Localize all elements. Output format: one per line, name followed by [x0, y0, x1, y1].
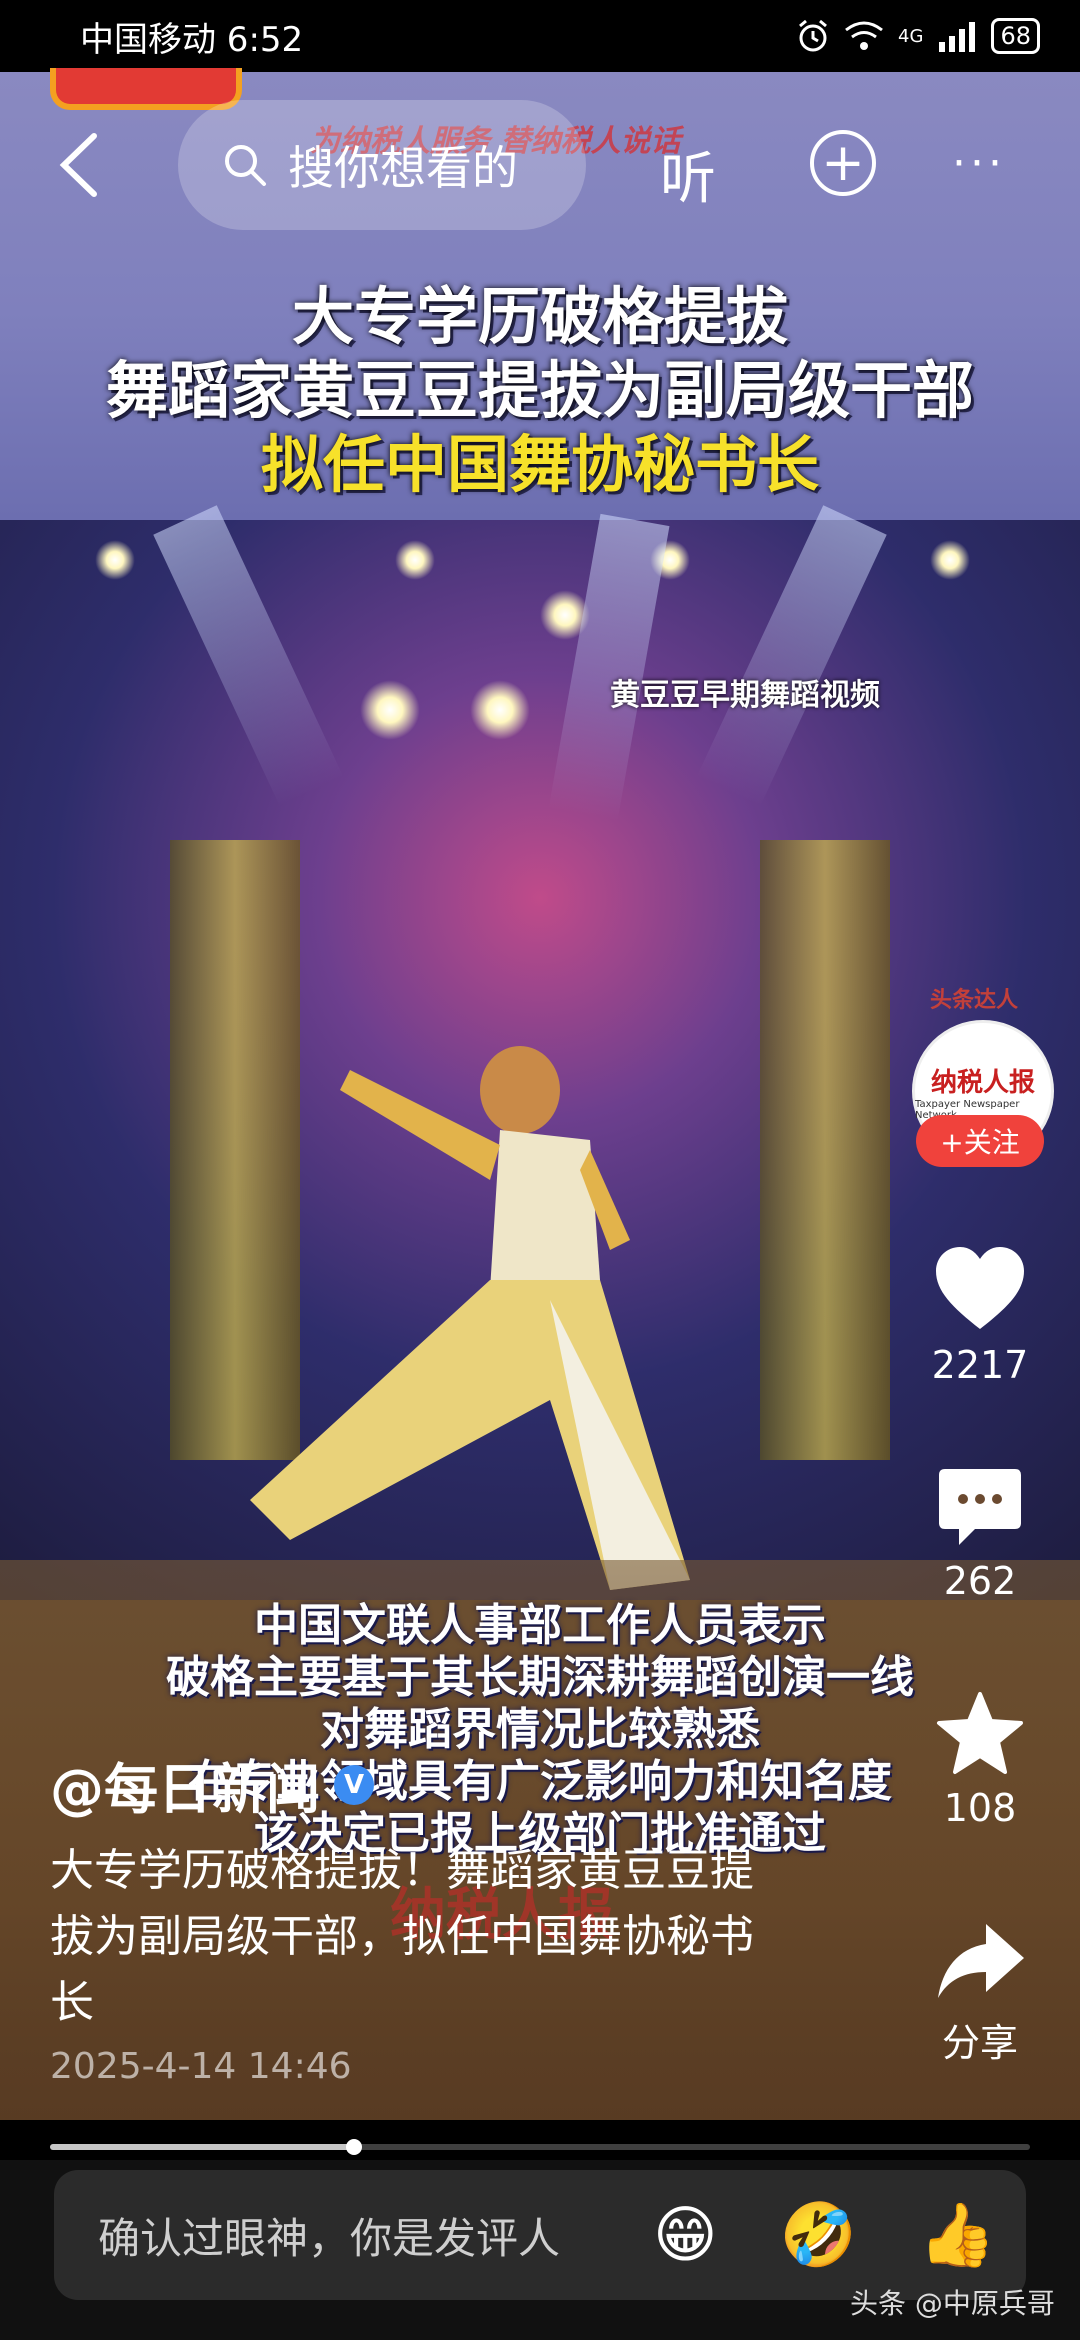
wifi-icon — [845, 21, 883, 50]
favorite-count: 108 — [943, 1786, 1017, 1830]
like-button[interactable]: 2217 — [900, 1245, 1060, 1387]
top-nav: 搜你想看的 听 + ··· — [0, 100, 1080, 230]
network-type: 4G — [898, 25, 924, 47]
dancer-figure — [250, 1046, 690, 1590]
search-input[interactable]: 搜你想看的 — [178, 100, 586, 230]
video-headline: 大专学历破格提拔 舞蹈家黄豆豆提拔为副局级干部 拟任中国舞协秘书长 — [0, 280, 1080, 502]
status-icons: 4G 68 — [796, 18, 1040, 54]
listen-button[interactable]: 听 — [660, 134, 716, 215]
stage-light — [395, 540, 435, 580]
comment-input[interactable]: 确认过眼神，你是发评人 😁 🤣 👍 — [54, 2170, 1026, 2300]
stage-light — [470, 680, 530, 740]
signal-icon — [939, 22, 976, 52]
author-badge: 头条达人 — [930, 988, 1019, 1013]
add-button[interactable]: + — [810, 130, 876, 196]
grin-emoji-icon[interactable]: 😁 — [653, 2204, 718, 2266]
thumbs-up-emoji-icon[interactable]: 👍 — [919, 2204, 996, 2266]
like-count: 2217 — [931, 1343, 1029, 1387]
headline-line: 拟任中国舞协秘书长 — [260, 428, 819, 501]
more-button[interactable]: ··· — [952, 138, 1006, 189]
light-beam — [153, 505, 344, 807]
verified-badge-icon: V — [334, 1764, 374, 1805]
post-date: 2025-4-14 14:46 — [50, 2046, 352, 2087]
search-placeholder: 搜你想看的 — [288, 141, 518, 195]
share-label: 分享 — [941, 2021, 1018, 2065]
search-icon — [225, 145, 266, 186]
heart-icon — [936, 1247, 1024, 1329]
headline-line: 舞蹈家黄豆豆提拔为副局级干部 — [105, 354, 974, 427]
carrier-time: 中国移动 6:52 — [80, 19, 304, 60]
status-bar: 中国移动 6:52 4G 68 — [0, 0, 1080, 72]
post-info: @每日新闻 V 大专学历破格提拔！舞蹈家黄豆豆提拔为副局级干部，拟任中国舞协秘书… — [50, 1745, 790, 2087]
star-icon — [937, 1692, 1023, 1774]
alarm-icon — [799, 19, 828, 52]
laugh-emoji-icon[interactable]: 🤣 — [780, 2204, 857, 2266]
back-icon[interactable] — [50, 130, 110, 200]
light-beam — [696, 505, 887, 807]
post-description[interactable]: 大专学历破格提拔！舞蹈家黄豆豆提拔为副局级干部，拟任中国舞协秘书长 — [50, 1838, 790, 2036]
author-row[interactable]: @每日新闻 V — [50, 1745, 790, 1824]
clip-note: 黄豆豆早期舞蹈视频 — [610, 678, 880, 713]
stage-light — [360, 680, 420, 740]
subtitle-line: 破格主要基于其长期深耕舞蹈创演一线 — [166, 1652, 914, 1703]
light-beam — [548, 513, 670, 822]
comment-placeholder: 确认过眼神，你是发评人 — [98, 2213, 561, 2263]
headline-line: 大专学历破格提拔 — [291, 280, 788, 353]
follow-button[interactable]: +关注 — [916, 1115, 1044, 1167]
stage-pillar — [760, 840, 890, 1460]
author-name[interactable]: @每日新闻 — [50, 1745, 320, 1824]
stage-light — [930, 540, 970, 580]
comment-button[interactable]: 262 — [900, 1465, 1060, 1603]
share-button[interactable]: 分享 — [900, 1920, 1060, 2067]
plus-icon: + — [821, 133, 865, 193]
video-progress-bar[interactable] — [50, 2139, 1030, 2155]
progress-handle[interactable] — [345, 2139, 362, 2155]
comment-icon — [939, 1469, 1021, 1545]
battery-icon: 68 — [991, 18, 1040, 54]
comment-count: 262 — [943, 1559, 1017, 1603]
share-icon — [938, 1924, 1024, 1998]
avatar-name: 纳税人报 — [930, 1067, 1035, 1098]
source-watermark: 头条 @中原兵哥 — [850, 2287, 1055, 2320]
favorite-button[interactable]: 108 — [900, 1690, 1060, 1830]
subtitle-line: 中国文联人事部工作人员表示 — [254, 1600, 826, 1651]
progress-fill — [50, 2144, 354, 2150]
stage-light — [95, 540, 135, 580]
